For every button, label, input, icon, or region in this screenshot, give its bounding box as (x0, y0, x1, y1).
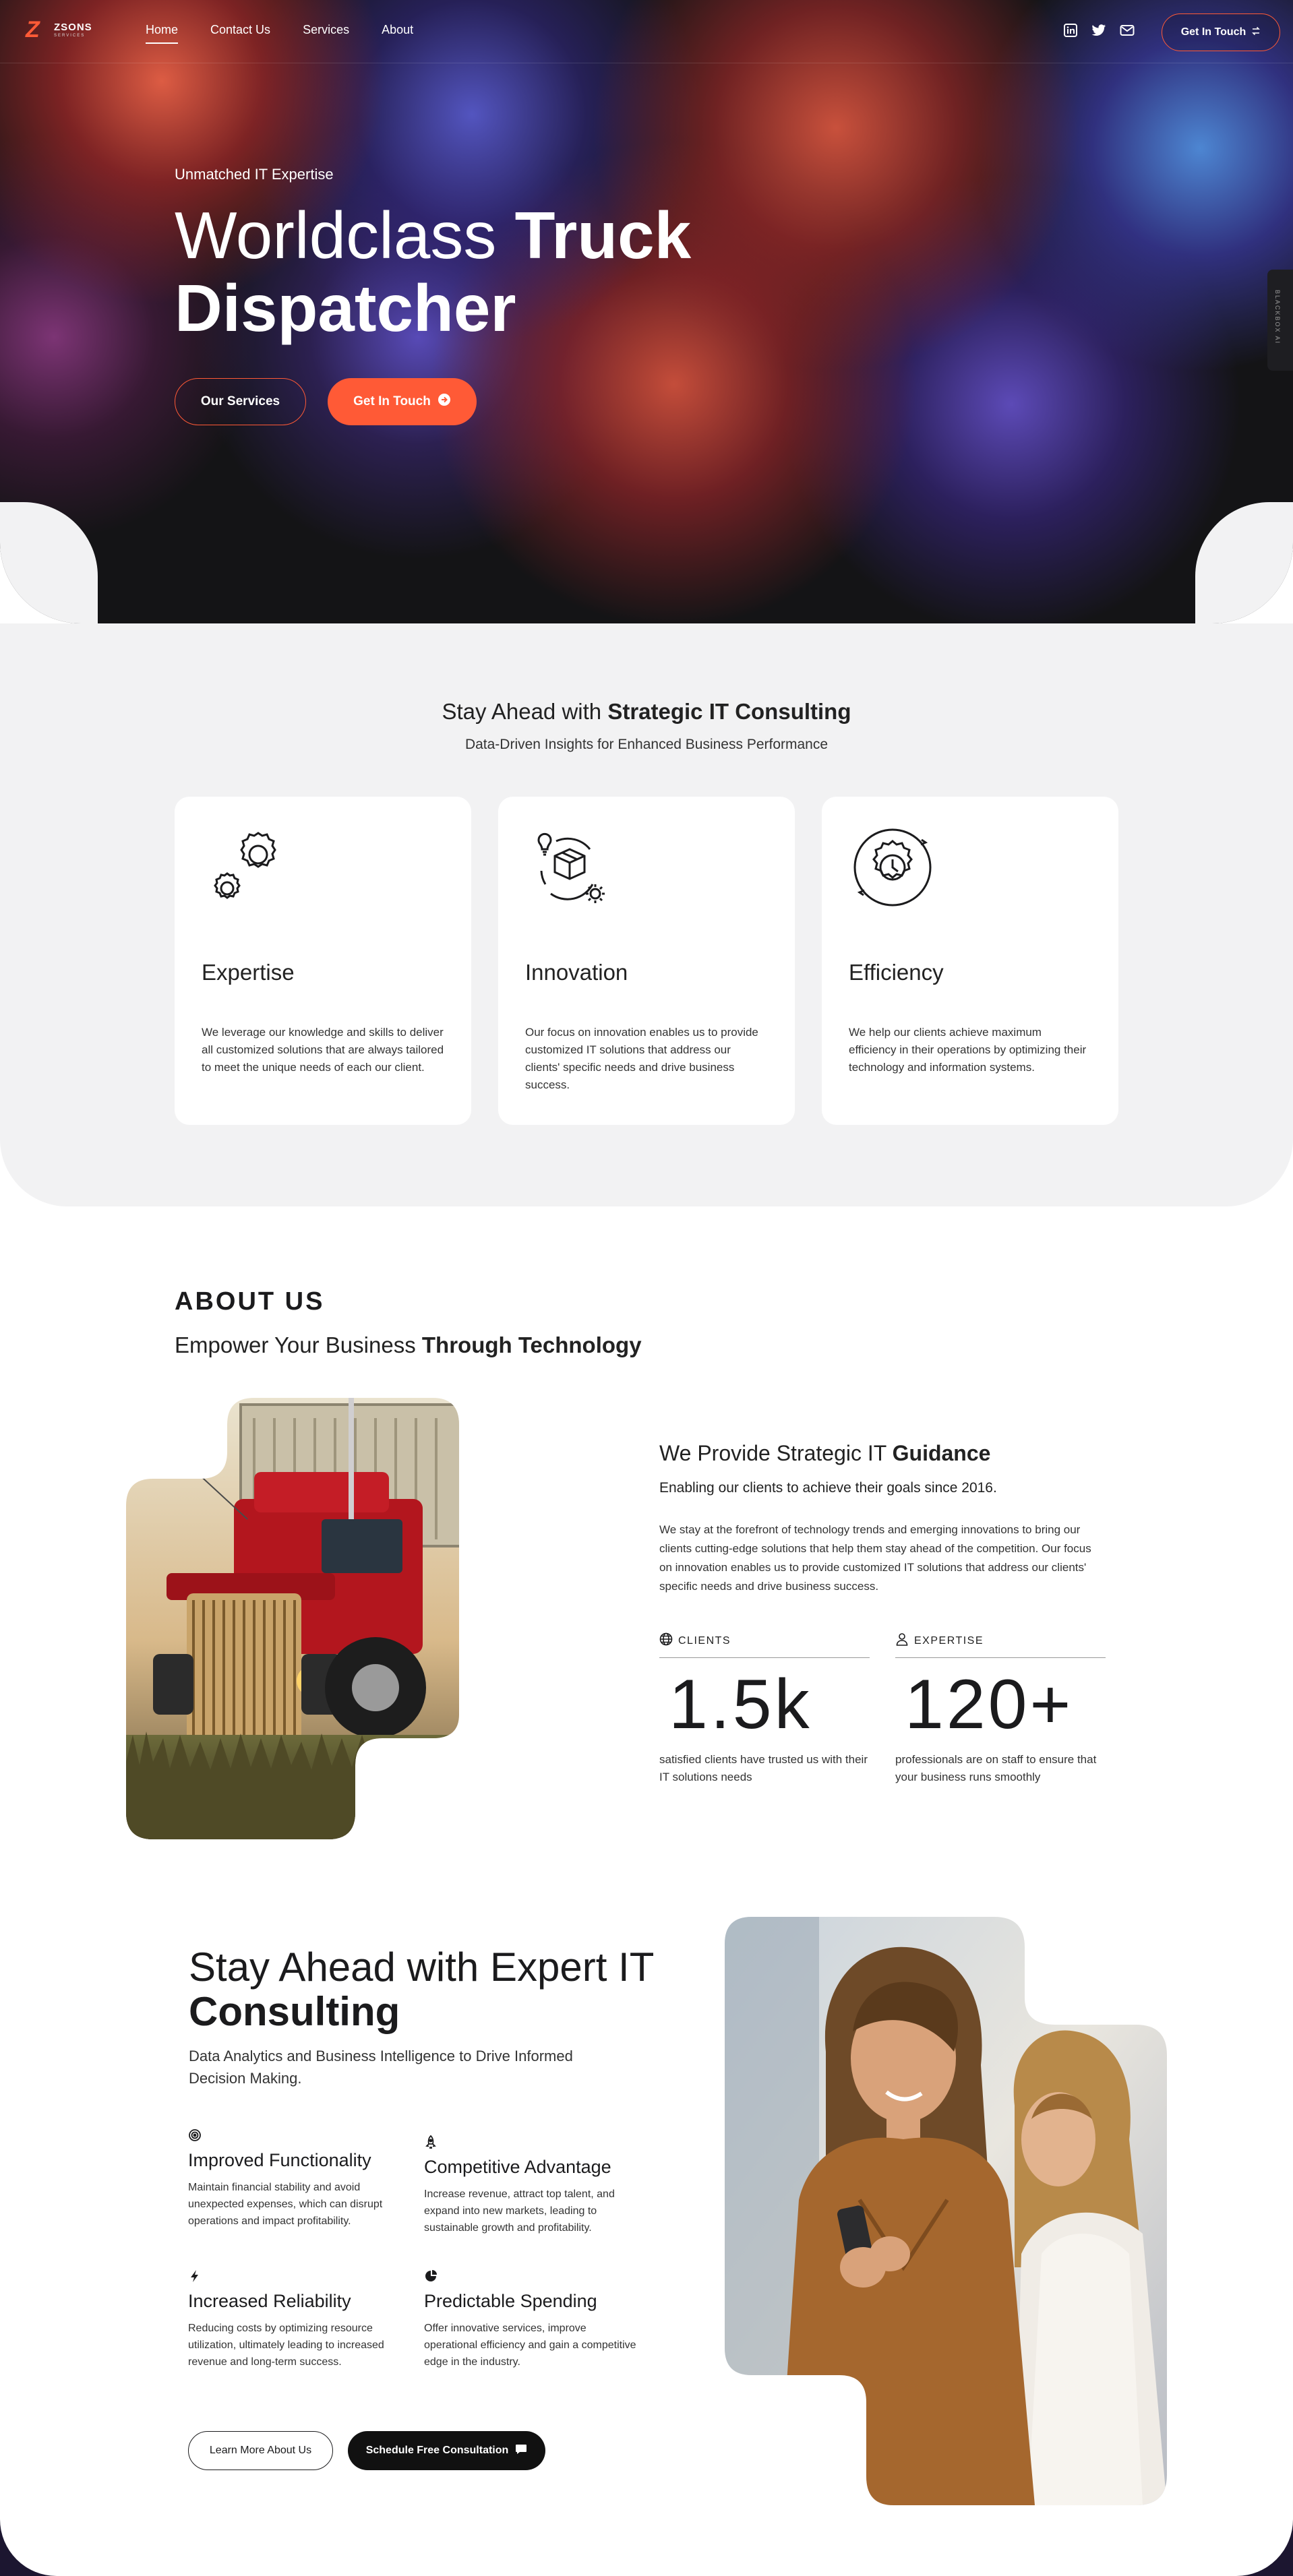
guidance-title: We Provide Strategic IT Guidance (659, 1441, 990, 1466)
hero-section: Z ZSONS SERVICES Home Contact Us Service… (0, 0, 1293, 623)
user-icon (895, 1632, 909, 1649)
nav-home[interactable]: Home (146, 23, 179, 44)
rocket-icon (424, 2135, 439, 2150)
logo[interactable]: Z ZSONS SERVICES (26, 17, 92, 42)
about-title: Empower Your Business Through Technology (175, 1332, 642, 1358)
twitter-icon[interactable] (1091, 23, 1107, 38)
features-subtitle: Data-Driven Insights for Enhanced Busine… (464, 737, 829, 752)
stat-expertise: EXPERTISE 120+ professionals are on staf… (895, 1632, 1106, 1786)
features-title-bold: Strategic IT Consulting (607, 699, 851, 724)
consulting-title-bold: Consulting (189, 1989, 400, 2034)
card-title: Expertise (202, 960, 295, 985)
hero-title: Worldclass Truck Dispatcher (175, 199, 781, 344)
benefit-text: Offer innovative services, improve opera… (424, 2323, 636, 2368)
gear-clock-icon (849, 824, 936, 911)
card-text: We help our clients achieve maximum effi… (849, 1026, 1087, 1074)
hero-title-light: Worldclass (175, 198, 497, 272)
benefit-text: Maintain financial stability and avoid u… (188, 2182, 383, 2227)
swap-arrows-icon (1251, 26, 1261, 39)
stat-label: CLIENTS (659, 1632, 870, 1658)
stat-label-text: CLIENTS (678, 1634, 731, 1647)
guidance-text: We stay at the forefront of technology t… (659, 1523, 1091, 1593)
target-icon (188, 2128, 203, 2143)
nav-services[interactable]: Services (303, 23, 349, 44)
innovation-box-icon (525, 824, 613, 911)
card-title: Efficiency (849, 960, 944, 985)
guidance-subtitle: Enabling our clients to achieve their go… (659, 1480, 997, 1496)
benefit-competitive-advantage: Competitive Advantage Increase revenue, … (424, 2135, 640, 2236)
stat-label: EXPERTISE (895, 1632, 1106, 1658)
linkedin-icon[interactable] (1062, 23, 1079, 38)
top-nav: Z ZSONS SERVICES Home Contact Us Service… (0, 0, 1293, 63)
bottom-band-cover (0, 2519, 1293, 2576)
benefit-text: Increase revenue, attract top talent, an… (424, 2188, 615, 2234)
hero-get-in-touch-button[interactable]: Get In Touch (328, 378, 477, 425)
about-title-light: Empower Your Business (175, 1332, 416, 1357)
benefit-improved-functionality: Improved Functionality Maintain financia… (188, 2128, 404, 2230)
stat-label-text: EXPERTISE (914, 1634, 984, 1647)
feature-card-efficiency: Efficiency We help our clients achieve m… (822, 797, 1118, 1125)
stat-value: 1.5k (669, 1665, 812, 1744)
benefit-title: Predictable Spending (424, 2291, 597, 2311)
card-text: Our focus on innovation enables us to pr… (525, 1026, 758, 1091)
nav-cta-label: Get In Touch (1180, 26, 1246, 38)
stat-desc: satisfied clients have trusted us with t… (659, 1753, 868, 1783)
about-title-bold: Through Technology (421, 1332, 642, 1357)
consulting-title: Stay Ahead with Expert IT Consulting (189, 1945, 701, 2034)
consulting-subtitle: Data Analytics and Business Intelligence… (189, 2048, 573, 2087)
nav-links: Home Contact Us Services About (146, 23, 413, 44)
features-title-light: Stay Ahead with (442, 699, 602, 724)
schedule-consultation-button[interactable]: Schedule Free Consultation (348, 2431, 545, 2470)
about-eyebrow: ABOUT US (175, 1287, 325, 1316)
stat-clients: CLIENTS 1.5k satisfied clients have trus… (659, 1632, 870, 1786)
hero-notch-left (0, 502, 98, 623)
women-with-phone-image (725, 1917, 1167, 2505)
logo-z-icon: Z (26, 17, 40, 42)
stat-desc: professionals are on staff to ensure tha… (895, 1753, 1097, 1783)
stat-value: 120+ (905, 1665, 1074, 1744)
hero-eyebrow: Unmatched IT Expertise (175, 166, 334, 183)
benefit-title: Increased Reliability (188, 2291, 351, 2311)
truck-image (126, 1398, 459, 1839)
logo-name: ZSONS (54, 22, 92, 33)
hero-title-bold-1: Truck (514, 198, 692, 272)
gears-icon (202, 824, 289, 911)
nav-get-in-touch-button[interactable]: Get In Touch (1162, 13, 1280, 51)
card-title: Innovation (525, 960, 628, 985)
arrow-circle-icon (438, 393, 451, 410)
consulting-title-light: Stay Ahead with Expert IT (189, 1944, 655, 1990)
benefit-predictable-spending: Predictable Spending Offer innovative se… (424, 2269, 640, 2370)
globe-icon (659, 1632, 673, 1649)
side-tab-label: BLACKBOX AI (1274, 290, 1281, 345)
benefit-text: Reducing costs by optimizing resource ut… (188, 2323, 384, 2368)
pie-chart-icon (424, 2269, 439, 2284)
hero-cta-label: Get In Touch (353, 394, 431, 408)
card-text: We leverage our knowledge and skills to … (202, 1026, 444, 1074)
feature-card-innovation: Innovation Our focus on innovation enabl… (498, 797, 795, 1125)
nav-about[interactable]: About (382, 23, 413, 44)
logo-tagline: SERVICES (54, 34, 86, 38)
chat-icon (515, 2444, 527, 2458)
guidance-title-light: We Provide Strategic IT (659, 1441, 886, 1465)
schedule-label: Schedule Free Consultation (365, 2445, 509, 2456)
nav-contact[interactable]: Contact Us (210, 23, 270, 44)
benefit-increased-reliability: Increased Reliability Reducing costs by … (188, 2269, 404, 2370)
bolt-icon (188, 2269, 203, 2284)
mail-icon[interactable] (1119, 23, 1135, 38)
feature-card-expertise: Expertise We leverage our knowledge and … (175, 797, 471, 1125)
side-tab[interactable]: BLACKBOX AI (1267, 270, 1293, 371)
learn-more-button[interactable]: Learn More About Us (188, 2431, 333, 2470)
benefit-title: Improved Functionality (188, 2150, 371, 2170)
social-links (1062, 23, 1135, 38)
guidance-title-bold: Guidance (892, 1441, 991, 1465)
hero-notch-right (1195, 502, 1293, 623)
features-title: Stay Ahead with Strategic IT Consulting (0, 699, 1293, 725)
benefit-title: Competitive Advantage (424, 2157, 611, 2177)
hero-title-bold-2: Dispatcher (175, 271, 516, 345)
our-services-button[interactable]: Our Services (175, 378, 306, 425)
features-section: Stay Ahead with Strategic IT Consulting … (0, 623, 1293, 1206)
